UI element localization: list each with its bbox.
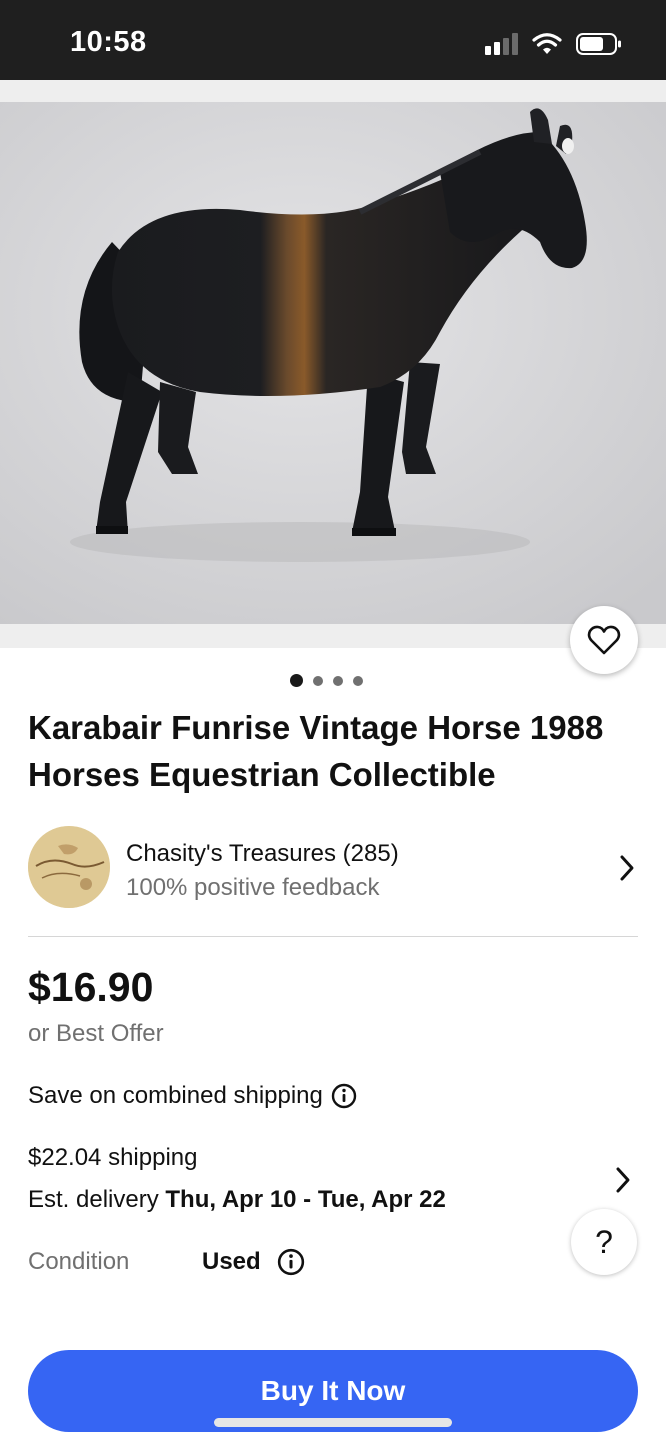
delivery-dates: Thu, Apr 10 - Tue, Apr 22 — [165, 1186, 446, 1213]
best-offer-label: or Best Offer — [28, 1020, 164, 1047]
status-time: 10:58 — [70, 26, 147, 58]
cellular-signal-icon — [485, 33, 518, 55]
battery-icon — [576, 33, 621, 55]
chevron-right-icon[interactable] — [618, 854, 636, 882]
info-icon[interactable] — [277, 1248, 305, 1276]
home-indicator[interactable] — [214, 1418, 452, 1427]
heart-outline-icon — [587, 625, 621, 655]
combined-shipping[interactable]: Save on combined shipping — [28, 1082, 357, 1110]
pagination-dot[interactable] — [313, 675, 323, 686]
item-price: $16.90 — [28, 964, 154, 1010]
wifi-icon — [532, 33, 562, 54]
delivery-prefix: Est. delivery — [28, 1186, 166, 1213]
seller-row[interactable]: Chasity's Treasures (285) 100% positive … — [28, 826, 638, 910]
condition-label: Condition — [28, 1248, 130, 1275]
listing-title: Karabair Funrise Vintage Horse 1988 Hors… — [28, 709, 604, 793]
product-photo[interactable] — [0, 102, 666, 624]
seller-avatar — [28, 826, 110, 908]
status-icons — [485, 30, 622, 58]
combined-shipping-label: Save on combined shipping — [28, 1082, 323, 1109]
pagination-dot[interactable] — [333, 675, 343, 686]
shipping-cost: $22.04 shipping — [28, 1144, 198, 1171]
product-image-gallery[interactable] — [0, 80, 666, 674]
status-bar: 10:58 — [0, 0, 666, 80]
condition-value-row[interactable]: Used — [202, 1248, 305, 1276]
favorite-button[interactable] — [570, 606, 638, 674]
seller-name[interactable]: Chasity's Treasures (285) — [126, 840, 399, 868]
estimated-delivery: Est. delivery Thu, Apr 10 - Tue, Apr 22 — [28, 1186, 446, 1214]
condition-value: Used — [202, 1248, 261, 1275]
help-button[interactable]: ? — [571, 1209, 637, 1275]
chevron-right-icon[interactable] — [614, 1166, 632, 1194]
pagination-dot[interactable] — [353, 675, 363, 686]
section-divider — [28, 936, 638, 937]
image-pagination-dots — [290, 674, 363, 687]
seller-feedback: 100% positive feedback — [126, 874, 380, 901]
info-icon[interactable] — [331, 1083, 357, 1109]
pagination-dot-active[interactable] — [290, 674, 303, 687]
